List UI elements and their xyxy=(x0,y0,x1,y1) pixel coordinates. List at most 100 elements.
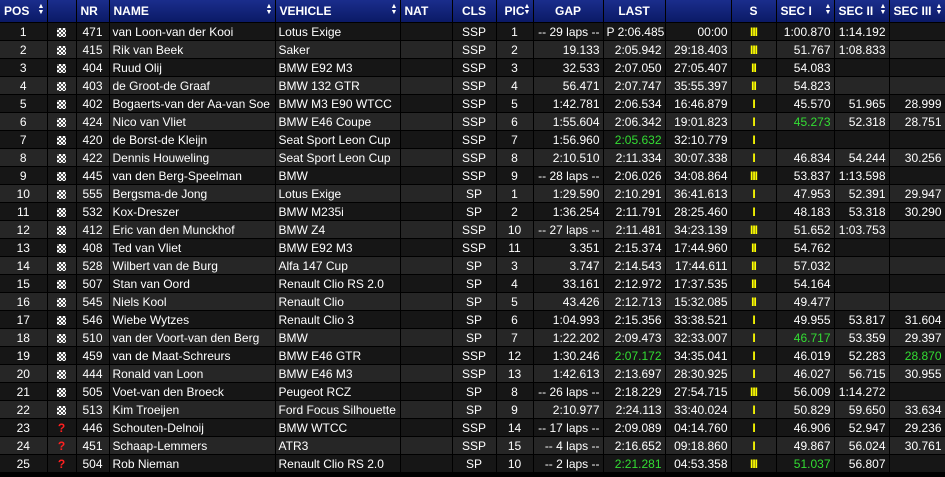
table-row[interactable]: 4 403 de Groot-de Graaf BMW 132 GTR SSP … xyxy=(0,76,945,95)
col-header-pos[interactable]: POS ▲ ▼ xyxy=(0,0,48,23)
table-row[interactable]: 16 545 Niels Kool Renault Clio SP 5 43.4… xyxy=(0,292,945,311)
last-lap-cell: 2:14.543 xyxy=(603,256,666,275)
driver-name-cell: Eric van den Munckhof xyxy=(109,220,276,239)
table-row[interactable]: 2 415 Rik van Beek Saker SSP 2 19.133 2:… xyxy=(0,40,945,59)
nationality-cell xyxy=(400,130,453,149)
gap-cell: 1:30.246 xyxy=(533,346,604,365)
number-cell: 545 xyxy=(76,292,110,311)
vehicle-cell: Seat Sport Leon Cup xyxy=(275,130,401,149)
class-cell: SSP xyxy=(452,418,497,437)
table-row[interactable]: 13 408 Ted van Vliet BMW E92 M3 SSP 11 3… xyxy=(0,238,945,257)
col-header-pic[interactable]: PIC ▲ ▼ xyxy=(496,0,534,23)
col-header-cls[interactable]: CLS xyxy=(452,0,497,23)
position-in-class-cell: 8 xyxy=(496,148,534,167)
table-row[interactable]: 6 424 Nico van Vliet BMW E46 Coupe SSP 6… xyxy=(0,112,945,131)
col-header-sec3[interactable]: SEC III ▲ ▼ xyxy=(889,0,945,23)
col-header-sec2[interactable]: SEC II ▲ ▼ xyxy=(834,0,890,23)
table-row[interactable]: 18 510 van der Voort-van den Berg BMW SP… xyxy=(0,328,945,347)
vehicle-cell: Renault Clio RS 2.0 xyxy=(275,274,401,293)
vehicle-cell: BMW M235i xyxy=(275,202,401,221)
class-cell: SP xyxy=(452,202,497,221)
table-row[interactable]: 15 507 Stan van Oord Renault Clio RS 2.0… xyxy=(0,274,945,293)
driver-name-cell: van de Maat-Schreurs xyxy=(109,346,276,365)
col-header-nat[interactable]: NAT xyxy=(400,0,453,23)
table-row[interactable]: 25 ? 504 Rob Nieman Renault Clio RS 2.0 … xyxy=(0,454,945,473)
position-cell: 17 xyxy=(0,310,48,329)
position-in-class-cell: 7 xyxy=(496,328,534,347)
last-lap-cell: 2:15.356 xyxy=(603,310,666,329)
class-cell: SP xyxy=(452,382,497,401)
class-cell: SP xyxy=(452,256,497,275)
table-row[interactable]: 22 513 Kim Troeijen Ford Focus Silhouett… xyxy=(0,400,945,419)
elapsed-time-cell: 19:01.823 xyxy=(665,112,732,131)
col-header-name[interactable]: NAME ▲ ▼ xyxy=(109,0,276,23)
checkered-flag-icon xyxy=(57,351,66,361)
position-in-class-cell: 8 xyxy=(496,382,534,401)
table-row[interactable]: 1 471 van Loon-van der Kooi Lotus Exige … xyxy=(0,22,945,41)
position-in-class-cell: 2 xyxy=(496,202,534,221)
number-cell: 507 xyxy=(76,274,110,293)
status-icon-cell xyxy=(47,112,77,131)
position-in-class-cell: 6 xyxy=(496,112,534,131)
nationality-cell xyxy=(400,364,453,383)
sector-status-cell: I xyxy=(731,418,777,437)
table-row[interactable]: 20 444 Ronald van Loon BMW E46 M3 SSP 13… xyxy=(0,364,945,383)
table-row[interactable]: 12 412 Eric van den Munckhof BMW Z4 SSP … xyxy=(0,220,945,239)
table-row[interactable]: 14 528 Wilbert van de Burg Alfa 147 Cup … xyxy=(0,256,945,275)
last-lap-cell: 2:21.281 xyxy=(603,454,666,473)
table-row[interactable]: 24 ? 451 Schaap-Lemmers ATR3 SSP 15 -- 4… xyxy=(0,436,945,455)
table-row[interactable]: 19 459 van de Maat-Schreurs BMW E46 GTR … xyxy=(0,346,945,365)
class-cell: SP xyxy=(452,274,497,293)
gap-cell: -- 27 laps -- xyxy=(533,220,604,239)
sector2-cell: 52.318 xyxy=(834,112,890,131)
position-cell: 2 xyxy=(0,40,48,59)
last-lap-cell: 2:07.747 xyxy=(603,76,666,95)
position-in-class-cell: 1 xyxy=(496,22,534,41)
position-cell: 24 xyxy=(0,436,48,455)
checkered-flag-icon xyxy=(57,243,66,253)
status-icon-cell xyxy=(47,346,77,365)
vehicle-cell: BMW E46 M3 xyxy=(275,364,401,383)
table-row[interactable]: 23 ? 446 Schouten-Delnoij BMW WTCC SSP 1… xyxy=(0,418,945,437)
vehicle-cell: Saker xyxy=(275,40,401,59)
table-row[interactable]: 21 505 Voet-van den Broeck Peugeot RCZ S… xyxy=(0,382,945,401)
checkered-flag-icon xyxy=(57,387,66,397)
table-row[interactable]: 11 532 Kox-Dreszer BMW M235i SP 2 1:36.2… xyxy=(0,202,945,221)
col-header-nr[interactable]: NR xyxy=(76,0,110,23)
col-header-gap[interactable]: GAP xyxy=(533,0,604,23)
table-row[interactable]: 3 404 Ruud Olij BMW E92 M3 SSP 3 32.533 … xyxy=(0,58,945,77)
col-header-sec1[interactable]: SEC I ▲ ▼ xyxy=(776,0,835,23)
status-icon-cell xyxy=(47,22,77,41)
table-row[interactable]: 10 555 Bergsma-de Jong Lotus Exige SP 1 … xyxy=(0,184,945,203)
driver-name-cell: Schaap-Lemmers xyxy=(109,436,276,455)
sector1-cell: 53.837 xyxy=(776,166,835,185)
position-cell: 1 xyxy=(0,22,48,41)
number-cell: 404 xyxy=(76,58,110,77)
sector1-cell: 57.032 xyxy=(776,256,835,275)
class-cell: SP xyxy=(452,184,497,203)
vehicle-cell: BMW xyxy=(275,166,401,185)
gap-cell: 1:55.604 xyxy=(533,112,604,131)
table-row[interactable]: 7 420 de Borst-de Kleijn Seat Sport Leon… xyxy=(0,130,945,149)
checkered-flag-icon xyxy=(57,315,66,325)
col-header-last[interactable]: LAST xyxy=(603,0,666,23)
last-lap-cell: 2:09.473 xyxy=(603,328,666,347)
number-cell: 504 xyxy=(76,454,110,473)
elapsed-time-cell: 27:54.715 xyxy=(665,382,732,401)
col-header-vehicle[interactable]: VEHICLE ▲ ▼ xyxy=(275,0,401,23)
driver-name-cell: Schouten-Delnoij xyxy=(109,418,276,437)
nationality-cell xyxy=(400,418,453,437)
sector3-cell: 30.290 xyxy=(889,202,945,221)
sector3-cell: 29.397 xyxy=(889,328,945,347)
table-row[interactable]: 17 546 Wiebe Wytzes Renault Clio 3 SP 6 … xyxy=(0,310,945,329)
col-header-s[interactable]: S xyxy=(731,0,777,23)
class-cell: SP xyxy=(452,328,497,347)
position-cell: 13 xyxy=(0,238,48,257)
sector2-cell: 52.391 xyxy=(834,184,890,203)
sector1-cell: 51.767 xyxy=(776,40,835,59)
table-row[interactable]: 8 422 Dennis Houweling Seat Sport Leon C… xyxy=(0,148,945,167)
sector3-cell xyxy=(889,238,945,257)
table-row[interactable]: 5 402 Bogaerts-van der Aa-van Soe BMW M3… xyxy=(0,94,945,113)
nationality-cell xyxy=(400,292,453,311)
table-row[interactable]: 9 445 van den Berg-Speelman BMW SSP 9 --… xyxy=(0,166,945,185)
